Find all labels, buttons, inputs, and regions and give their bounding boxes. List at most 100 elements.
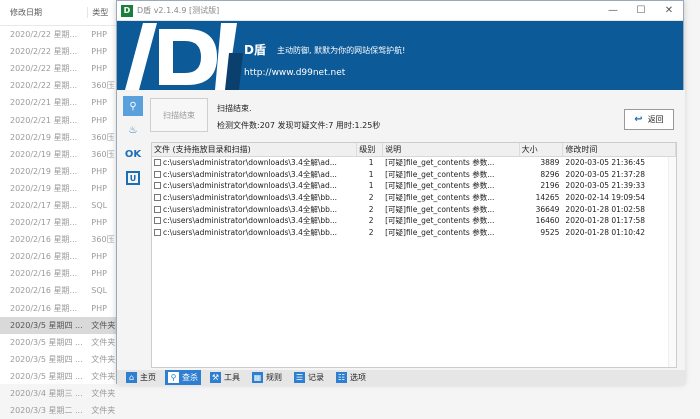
row-checkbox[interactable] (154, 205, 161, 213)
explorer-row-date: 2020/2/22 星期... (10, 81, 78, 91)
cell-desc: [可疑]file_get_contents 参数... (385, 227, 495, 237)
header-time[interactable]: 修改时间 (563, 143, 676, 156)
row-checkbox[interactable] (154, 159, 161, 167)
explorer-row-date: 2020/2/19 星期... (10, 183, 78, 193)
table-row[interactable]: c:\users\administrator\downloads\3.4全解\a… (152, 180, 676, 192)
explorer-row-type: PHP (91, 269, 107, 279)
scan-button[interactable]: 扫描结束 (150, 98, 208, 132)
explorer-row-date: 2020/2/22 星期... (10, 47, 78, 57)
table-row[interactable]: c:\users\administrator\downloads\3.4全解\b… (152, 227, 676, 239)
row-checkbox[interactable] (154, 228, 161, 236)
header-file[interactable]: 文件 (支持拖放目录和扫描) (152, 143, 358, 156)
row-checkbox[interactable] (154, 217, 161, 225)
table-row[interactable]: c:\users\administrator\downloads\3.4全解\b… (152, 192, 676, 204)
vertical-scrollbar[interactable] (668, 157, 676, 367)
u-icon[interactable]: U (123, 168, 143, 188)
explorer-col-type[interactable]: 类型 (87, 7, 119, 18)
explorer-row[interactable]: 2020/3/5 星期四 ... 文件夹 (0, 334, 119, 351)
explorer-row[interactable]: 2020/3/5 星期四 ... 文件夹 (0, 368, 119, 385)
row-checkbox[interactable] (154, 194, 161, 202)
back-button[interactable]: ↩ 返回 (624, 109, 674, 130)
row-checkbox[interactable] (154, 182, 161, 190)
cell-time: 2020-03-05 21:36:45 (565, 158, 646, 168)
explorer-row-date: 2020/2/16 星期... (10, 303, 78, 313)
ok-icon[interactable]: OK (123, 144, 143, 164)
explorer-row-type: PHP (91, 30, 107, 40)
toolbar-item-options[interactable]: ☷ 选项 (333, 370, 369, 385)
explorer-row[interactable]: 2020/2/21 星期... PHP (0, 111, 119, 128)
header-desc[interactable]: 说明 (383, 143, 520, 156)
explorer-row-date: 2020/3/5 星期四 ... (10, 337, 83, 347)
header-level[interactable]: 级别 (357, 143, 384, 156)
explorer-row-date: 2020/2/16 星期... (10, 235, 78, 245)
explorer-row[interactable]: 2020/2/17 星期... SQL (0, 197, 119, 214)
explorer-row[interactable]: 2020/3/4 星期三 ... 文件夹 (0, 385, 119, 402)
banner-slogan: 主动防御, 默默为你的网站保驾护航! (277, 46, 406, 55)
explorer-col-date[interactable]: 修改日期 (0, 7, 87, 18)
toolbar-item-label: 主页 (140, 373, 156, 382)
explorer-row[interactable]: 2020/2/16 星期... PHP (0, 300, 119, 317)
maximize-button[interactable]: ☐ (627, 1, 655, 21)
minimize-button[interactable]: — (599, 1, 627, 21)
cell-time: 2020-01-28 01:02:58 (565, 204, 646, 214)
app-logo-icon: D (121, 4, 133, 17)
toolbar-item-grid[interactable]: ▦ 规则 (249, 370, 285, 385)
tools-icon: ⚒ (210, 372, 221, 383)
fire-icon[interactable]: ♨ (123, 120, 143, 140)
explorer-row[interactable]: 2020/2/19 星期... PHP (0, 163, 119, 180)
cell-desc: [可疑]file_get_contents 参数... (385, 204, 495, 214)
explorer-row-type: PHP (91, 303, 107, 313)
cell-desc: [可疑]file_get_contents 参数... (385, 193, 495, 203)
search-icon[interactable]: ⚲ (123, 96, 143, 116)
background-file-explorer: 修改日期 类型 2020/2/22 星期... PHP 2020/2/22 星期..… (0, 0, 120, 415)
explorer-row[interactable]: 2020/2/21 星期... PHP (0, 94, 119, 111)
toolbar-item-search[interactable]: ⚲ 查杀 (165, 370, 201, 385)
cell-desc: [可疑]file_get_contents 参数... (385, 169, 495, 179)
toolbar-item-home[interactable]: ⌂ 主页 (123, 370, 159, 385)
explorer-row[interactable]: 2020/3/5 星期四 ... 文件夹 (0, 351, 119, 368)
explorer-row-type: SQL (91, 200, 108, 210)
explorer-row[interactable]: 2020/2/22 星期... PHP (0, 43, 119, 60)
table-row[interactable]: c:\users\administrator\downloads\3.4全解\a… (152, 157, 676, 169)
window-title: D盾 v2.1.4.9 [测试版] (137, 6, 220, 15)
row-checkbox[interactable] (154, 170, 161, 178)
close-button[interactable]: ✕ (655, 1, 683, 21)
explorer-row[interactable]: 2020/3/3 星期二 ... 文件夹 (0, 402, 119, 419)
explorer-row[interactable]: 2020/2/19 星期... 360压 (0, 129, 119, 146)
table-body: c:\users\administrator\downloads\3.4全解\a… (152, 157, 676, 238)
explorer-row[interactable]: 2020/2/16 星期... PHP (0, 265, 119, 282)
explorer-row-type: 文件夹 (91, 371, 116, 381)
explorer-row[interactable]: 2020/3/5 星期四 ... 文件夹 (0, 316, 119, 334)
cell-file: c:\users\administrator\downloads\3.4全解\a… (152, 169, 357, 180)
explorer-row-date: 2020/2/17 星期... (10, 218, 78, 228)
banner-url[interactable]: http://www.d99net.net (244, 68, 345, 78)
cell-file: c:\users\administrator\downloads\3.4全解\b… (152, 227, 357, 238)
table-row[interactable]: c:\users\administrator\downloads\3.4全解\a… (152, 169, 676, 181)
table-row[interactable]: c:\users\administrator\downloads\3.4全解\b… (152, 203, 676, 215)
header-size[interactable]: 大小 (520, 143, 564, 156)
explorer-row[interactable]: 2020/2/16 星期... PHP (0, 248, 119, 265)
table-row[interactable]: c:\users\administrator\downloads\3.4全解\b… (152, 215, 676, 227)
options-icon: ☷ (336, 372, 347, 383)
banner-brand: D盾 (244, 43, 266, 57)
search-icon: ⚲ (168, 372, 179, 383)
explorer-row[interactable]: 2020/2/22 星期... PHP (0, 60, 119, 77)
explorer-row-date: 2020/2/16 星期... (10, 269, 78, 279)
explorer-row[interactable]: 2020/2/22 星期... PHP (0, 26, 119, 43)
explorer-row[interactable]: 2020/2/17 星期... PHP (0, 214, 119, 231)
explorer-row[interactable]: 2020/2/19 星期... 360压 (0, 146, 119, 163)
toolbar-item-label: 工具 (224, 373, 240, 382)
explorer-row-date: 2020/2/22 星期... (10, 30, 78, 40)
cell-file: c:\users\administrator\downloads\3.4全解\b… (152, 192, 357, 203)
explorer-row-type: 文件夹 (91, 406, 116, 416)
cell-level: 2 (368, 216, 374, 226)
explorer-row[interactable]: 2020/2/16 星期... 360压 (0, 231, 119, 248)
title-bar: D D盾 v2.1.4.9 [测试版] — ☐ ✕ (117, 1, 683, 21)
home-icon: ⌂ (126, 372, 137, 383)
explorer-row[interactable]: 2020/2/16 星期... SQL (0, 282, 119, 299)
toolbar-item-tools[interactable]: ⚒ 工具 (207, 370, 243, 385)
explorer-row[interactable]: 2020/2/19 星期... PHP (0, 180, 119, 197)
toolbar-item-log[interactable]: ☰ 记录 (291, 370, 327, 385)
explorer-row[interactable]: 2020/2/22 星期... 360压 (0, 77, 119, 94)
explorer-row-type: PHP (91, 218, 107, 228)
